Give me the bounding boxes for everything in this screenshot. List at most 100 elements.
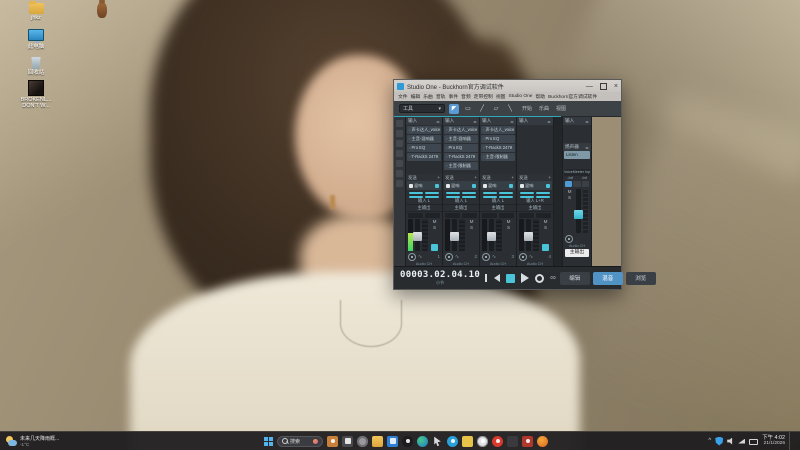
insert-slot[interactable]: 主音-限制器 — [481, 153, 515, 161]
rail-macros-button[interactable] — [396, 180, 403, 187]
rail-tracks-button[interactable] — [396, 140, 403, 147]
security-shield-icon[interactable] — [715, 436, 724, 446]
add-send-button[interactable]: + — [511, 175, 514, 180]
pencil-tool-icon[interactable]: ╱ — [477, 104, 487, 114]
fader-handle[interactable] — [487, 232, 496, 242]
arrow-tool-icon[interactable]: ◤ — [449, 103, 459, 114]
settings-gear-icon[interactable] — [357, 435, 368, 447]
menu-file[interactable]: 文件 — [398, 93, 408, 100]
menu-event[interactable]: 事件 — [448, 93, 458, 100]
close-button[interactable]: × — [614, 83, 618, 90]
master-name[interactable]: 主输出 — [565, 249, 589, 257]
telegram-icon[interactable] — [447, 435, 458, 447]
page-song[interactable]: 乐曲 — [539, 105, 549, 112]
input-routing[interactable]: 输入 L+R — [517, 198, 553, 205]
insert-slot[interactable]: 主音-限制器 — [444, 162, 478, 170]
desktop-icon-album[interactable]: BROKENL... DON'T W... — [13, 80, 59, 109]
add-send-button[interactable]: + — [474, 175, 477, 180]
solo-button[interactable]: S — [544, 225, 547, 230]
hidden-icons-chevron[interactable]: ^ — [708, 438, 711, 444]
input-routing[interactable]: 输入 L — [406, 198, 442, 205]
input-routing[interactable]: 输入 L — [443, 198, 479, 205]
rail-external-button[interactable] — [396, 120, 403, 127]
input-routing[interactable]: 输入 L — [480, 198, 516, 205]
fader-handle[interactable] — [524, 232, 533, 242]
nav-arrows-icon[interactable]: ◂▸ — [473, 119, 477, 124]
insert-slot[interactable]: 声卡达人_voice — [407, 126, 441, 134]
add-send-button[interactable]: + — [548, 175, 551, 180]
gain-knob[interactable] — [445, 252, 453, 261]
stop-button[interactable] — [506, 273, 516, 283]
send-enable-checkbox[interactable] — [520, 183, 524, 188]
loop-button[interactable]: ∞ — [550, 274, 556, 282]
fader-handle[interactable] — [450, 232, 459, 242]
record-button[interactable] — [535, 273, 545, 283]
photos-icon[interactable] — [387, 435, 398, 447]
edge-icon[interactable] — [417, 435, 428, 447]
nav-arrows-icon[interactable]: ◂▸ — [585, 119, 589, 124]
add-send-button[interactable]: + — [437, 175, 440, 180]
send-enable-checkbox[interactable] — [409, 183, 413, 188]
menu-audio[interactable]: 音频 — [461, 93, 471, 100]
mute-button[interactable]: M — [433, 219, 437, 224]
nav-arrows-icon[interactable]: ◂▸ — [436, 119, 440, 124]
battery-icon[interactable] — [749, 438, 759, 445]
page-view[interactable]: 视图 — [556, 105, 566, 112]
gain-knob[interactable] — [565, 234, 573, 243]
nav-arrows-icon[interactable]: ◂▸ — [510, 119, 514, 124]
maximize-button[interactable] — [599, 82, 607, 90]
task-view-icon[interactable] — [342, 435, 353, 447]
solo-button[interactable]: S — [507, 225, 510, 230]
pointer-app-icon[interactable] — [434, 436, 441, 447]
tab-edit[interactable]: 编辑 — [559, 271, 590, 285]
gain-knob[interactable] — [408, 252, 416, 261]
pan-controls[interactable] — [406, 190, 442, 198]
solo-button[interactable]: S — [568, 195, 571, 200]
master-fader[interactable] — [574, 189, 583, 233]
file-explorer-icon[interactable] — [372, 435, 383, 447]
insert-slot[interactable]: T-RackS 2479 — [407, 153, 441, 161]
insert-slot[interactable]: 主音-混响器 — [407, 135, 441, 143]
netease-music-icon[interactable] — [492, 435, 503, 447]
menu-help[interactable]: 帮助 — [535, 93, 545, 100]
mute-button[interactable]: M — [568, 189, 572, 194]
output-device-label[interactable]: VoiceMeeter Input — [564, 169, 590, 176]
eraser-tool-icon[interactable]: ▱ — [491, 104, 501, 114]
range-tool-icon[interactable]: ▭ — [463, 104, 473, 114]
volume-fader[interactable] — [450, 219, 459, 251]
minimize-button[interactable]: — — [586, 83, 593, 90]
insert-slot[interactable]: 声卡达人_voice — [444, 126, 478, 134]
insert-slot[interactable]: Pro EQ — [407, 144, 441, 152]
insert-slot[interactable]: Pro EQ — [444, 144, 478, 152]
menu-song[interactable]: 乐曲 — [423, 93, 433, 100]
volume-fader[interactable] — [487, 219, 496, 251]
menu-view[interactable]: 视图 — [496, 93, 506, 100]
rail-buses-button[interactable] — [396, 150, 403, 157]
insert-slot[interactable]: Pro EQ — [481, 135, 515, 143]
search-box[interactable]: 搜索 — [277, 435, 323, 447]
volume-fader[interactable] — [413, 219, 422, 251]
studio-one-taskbar-icon[interactable] — [477, 435, 488, 447]
insert-slot[interactable]: 声卡达人_voice — [481, 126, 515, 134]
taskbar-clock[interactable]: 下午 4:02 21/1/2026 — [762, 435, 785, 447]
tab-browse[interactable]: 浏览 — [625, 271, 656, 285]
network-icon[interactable] — [738, 438, 746, 444]
menu-edit[interactable]: 编辑 — [411, 93, 421, 100]
send-slot[interactable]: 混响 — [481, 181, 515, 190]
show-desktop-button[interactable] — [789, 432, 792, 450]
play-button[interactable] — [521, 273, 530, 283]
monitor-button[interactable] — [542, 244, 549, 251]
widgets-icon[interactable] — [327, 435, 338, 447]
fader-handle[interactable] — [413, 232, 422, 242]
insert-slot[interactable]: T-RackS 2479 — [481, 144, 515, 152]
mute-button[interactable]: M — [544, 219, 548, 224]
desktop-icon-recycle-bin[interactable]: 回收站 — [13, 57, 59, 76]
start-button[interactable] — [264, 436, 273, 446]
window-titlebar[interactable]: Studio One - Buckhorn官方调试软件 — × — [394, 80, 621, 92]
monitor-button[interactable] — [431, 244, 438, 251]
insert-slot[interactable]: 主音-混响器 — [444, 135, 478, 143]
volume-icon[interactable] — [727, 437, 733, 445]
send-enable-checkbox[interactable] — [446, 183, 450, 188]
rail-inputs-button[interactable] — [396, 130, 403, 137]
solo-button[interactable]: S — [433, 225, 436, 230]
